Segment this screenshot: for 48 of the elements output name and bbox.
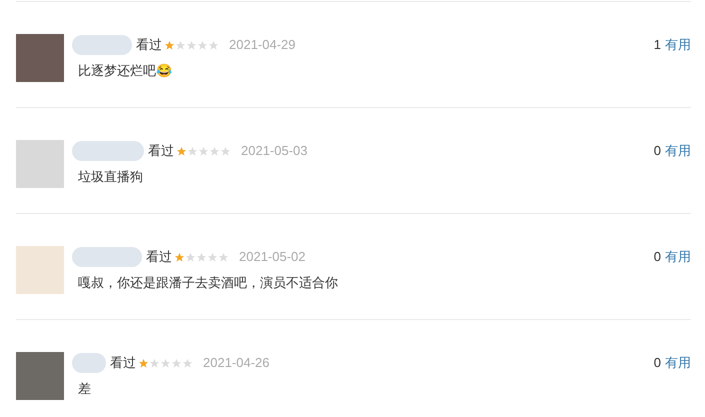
star-icon (197, 40, 208, 50)
watched-status: 看过 (136, 36, 162, 54)
star-icon (174, 252, 185, 262)
star-icon (198, 146, 209, 156)
blurred-username[interactable] (72, 35, 132, 55)
useful-link[interactable]: 有用 (665, 35, 691, 55)
star-icon (149, 358, 160, 368)
blurred-username[interactable] (72, 247, 142, 267)
star-icon (175, 40, 186, 50)
star-icon (196, 252, 207, 262)
useful-link[interactable]: 有用 (665, 141, 691, 161)
watched-status: 看过 (146, 248, 172, 266)
star-icon (186, 40, 197, 50)
star-icon (207, 252, 218, 262)
watched-status: 看过 (110, 354, 136, 372)
vote-count: 1 (654, 36, 661, 54)
comment-text: 嘎叔，你还是跟潘子去卖酒吧，演员不适合你 (78, 274, 339, 292)
vote-count: 0 (654, 354, 661, 372)
blurred-username[interactable] (72, 141, 144, 161)
star-icon (164, 40, 175, 50)
comment-text: 差 (78, 380, 92, 398)
star-icon (187, 146, 198, 156)
comment-text: 比逐梦还烂吧😂 (78, 62, 173, 80)
avatar-placeholder[interactable] (16, 352, 64, 400)
comment-date: 2021-05-03 (241, 142, 308, 160)
star-icon (208, 40, 219, 50)
useful-link[interactable]: 有用 (665, 247, 691, 267)
star-icon (138, 358, 149, 368)
useful-link[interactable]: 有用 (665, 353, 691, 373)
comment-text: 垃圾直播狗 (78, 168, 144, 186)
vote-count: 0 (654, 142, 661, 160)
comment-date: 2021-04-26 (203, 354, 270, 372)
avatar-placeholder[interactable] (16, 34, 64, 82)
star-icon (171, 358, 182, 368)
star-icon (218, 252, 229, 262)
star-icon (209, 146, 220, 156)
comment-date: 2021-05-02 (239, 248, 306, 266)
comment-date: 2021-04-29 (229, 36, 296, 54)
avatar-placeholder[interactable] (16, 246, 64, 294)
avatar-placeholder[interactable] (16, 140, 64, 188)
vote-count: 0 (654, 248, 661, 266)
star-icon (160, 358, 171, 368)
star-icon (176, 146, 187, 156)
blurred-username[interactable] (72, 353, 106, 373)
star-icon (182, 358, 193, 368)
star-icon (220, 146, 231, 156)
watched-status: 看过 (148, 142, 174, 160)
star-icon (185, 252, 196, 262)
